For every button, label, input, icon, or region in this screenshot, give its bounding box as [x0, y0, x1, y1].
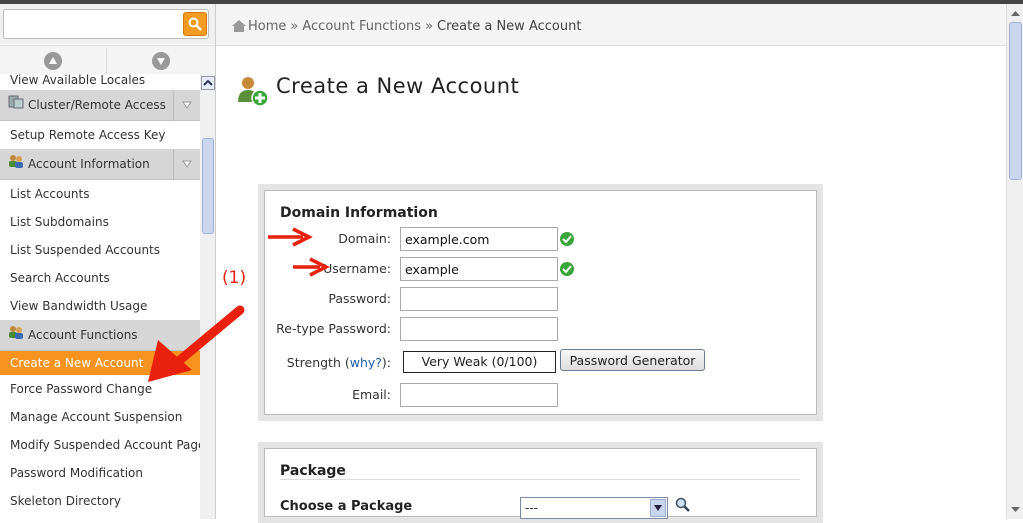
- package-selected-value: ---: [525, 501, 538, 515]
- divider: [280, 479, 800, 480]
- sidebar-scroll-down-button[interactable]: [108, 48, 215, 74]
- search-button[interactable]: [183, 12, 207, 36]
- users-icon: [8, 320, 24, 351]
- arrow-down-icon: [157, 58, 165, 65]
- password-row: Password:: [265, 287, 805, 311]
- sidebar-item-setup-remote-access-key[interactable]: Setup Remote Access Key: [0, 121, 200, 149]
- main-scrollbar[interactable]: [1006, 4, 1023, 519]
- sidebar-item-list-accounts[interactable]: List Accounts: [0, 180, 200, 208]
- username-label: Username:: [323, 261, 391, 276]
- sidebar-item-list-subdomains[interactable]: List Subdomains: [0, 208, 200, 236]
- sidebar-item-skeleton-directory[interactable]: Skeleton Directory: [0, 487, 200, 515]
- scroll-up-arrow-icon[interactable]: [201, 76, 215, 90]
- server-icon: [8, 90, 24, 121]
- sidebar-item-list-suspended-accounts[interactable]: List Suspended Accounts: [0, 236, 200, 264]
- sidebar: View Available Locales Cluster/Remote Ac…: [0, 4, 216, 519]
- sidebar-item-manage-account-suspension[interactable]: Manage Account Suspension: [0, 403, 200, 431]
- retype-password-label: Re-type Password:: [276, 321, 391, 336]
- sidebar-scroll-thumb[interactable]: [202, 138, 214, 234]
- chevron-down-icon[interactable]: [173, 149, 200, 180]
- scroll-up-arrow-icon[interactable]: [1008, 6, 1023, 21]
- sidebar-menu: View Available Locales Cluster/Remote Ac…: [0, 74, 200, 515]
- main-content: Home» Account Functions» Create a New Acco…: [216, 4, 1023, 523]
- domain-information-panel: Domain Information Domain: Username: Pas…: [258, 184, 823, 421]
- sidebar-section-label: Account Functions: [28, 328, 138, 342]
- package-select[interactable]: ---: [520, 497, 668, 519]
- package-title: Package: [280, 463, 346, 479]
- home-icon: [232, 6, 246, 52]
- sidebar-scroll-up-button[interactable]: [0, 48, 107, 74]
- chevron-down-icon: [650, 499, 666, 517]
- sidebar-section-label: Account Information: [28, 157, 150, 171]
- sidebar-item-modify-suspended-account-page[interactable]: Modify Suspended Account Page: [0, 431, 200, 459]
- sidebar-section-account-information[interactable]: Account Information: [0, 149, 200, 180]
- sidebar-section-label: Cluster/Remote Access: [28, 98, 166, 112]
- breadcrumb: Home» Account Functions» Create a New Acco…: [216, 4, 1006, 46]
- sidebar-search-input[interactable]: [3, 9, 209, 39]
- annotation-label: (1): [222, 268, 247, 288]
- arrow-up-icon: [49, 57, 57, 64]
- email-row: Email:: [265, 383, 805, 407]
- username-row: Username:: [265, 257, 805, 281]
- email-input[interactable]: [400, 383, 558, 407]
- password-generator-button[interactable]: Password Generator: [560, 349, 705, 371]
- sidebar-search-row: [0, 4, 215, 44]
- breadcrumb-separator: »: [425, 19, 434, 34]
- add-user-icon: [238, 77, 269, 107]
- sidebar-scrollbar[interactable]: [200, 74, 215, 519]
- breadcrumb-home-link[interactable]: Home: [248, 19, 286, 34]
- chevron-down-icon[interactable]: [173, 90, 200, 121]
- domain-information-title: Domain Information: [280, 205, 438, 221]
- sidebar-item-search-accounts[interactable]: Search Accounts: [0, 264, 200, 292]
- sidebar-section-account-functions[interactable]: Account Functions: [0, 320, 200, 351]
- username-input[interactable]: [400, 257, 558, 281]
- sidebar-item-view-available-locales[interactable]: View Available Locales: [0, 74, 200, 90]
- check-icon: [560, 232, 574, 246]
- strength-row: Strength (why?): Very Weak (0/100) Passw…: [265, 349, 805, 375]
- main-scroll-thumb[interactable]: [1009, 22, 1022, 180]
- domain-label: Domain:: [338, 231, 391, 246]
- password-label: Password:: [328, 291, 391, 306]
- page-title: Create a New Account: [276, 74, 520, 98]
- sidebar-item-view-bandwidth-usage[interactable]: View Bandwidth Usage: [0, 292, 200, 320]
- strength-why-link[interactable]: why?: [350, 355, 382, 370]
- retype-password-row: Re-type Password:: [265, 317, 805, 341]
- breadcrumb-section-link[interactable]: Account Functions: [302, 19, 421, 34]
- sidebar-item-create-a-new-account[interactable]: Create a New Account: [0, 351, 200, 375]
- password-strength-meter: Very Weak (0/100): [403, 351, 556, 373]
- users-icon: [8, 149, 24, 180]
- scroll-down-arrow-icon[interactable]: [1008, 502, 1023, 517]
- sidebar-item-password-modification[interactable]: Password Modification: [0, 459, 200, 487]
- breadcrumb-separator: »: [290, 19, 299, 34]
- check-icon: [560, 262, 574, 276]
- sidebar-section-cluster-remote-access[interactable]: Cluster/Remote Access: [0, 90, 200, 121]
- strength-label: Strength (why?):: [286, 355, 391, 370]
- password-input[interactable]: [400, 287, 558, 311]
- breadcrumb-current: Create a New Account: [437, 19, 582, 34]
- sidebar-item-force-password-change[interactable]: Force Password Change: [0, 375, 200, 403]
- domain-row: Domain:: [265, 227, 805, 251]
- magnifier-icon[interactable]: [675, 497, 691, 513]
- search-icon: [188, 17, 202, 31]
- retype-password-input[interactable]: [400, 317, 558, 341]
- email-label: Email:: [352, 387, 391, 402]
- package-panel: Package Choose a Package ---: [258, 442, 823, 523]
- domain-input[interactable]: [400, 227, 558, 251]
- choose-package-label: Choose a Package: [280, 499, 413, 514]
- sidebar-scroll-arrows: [0, 45, 215, 75]
